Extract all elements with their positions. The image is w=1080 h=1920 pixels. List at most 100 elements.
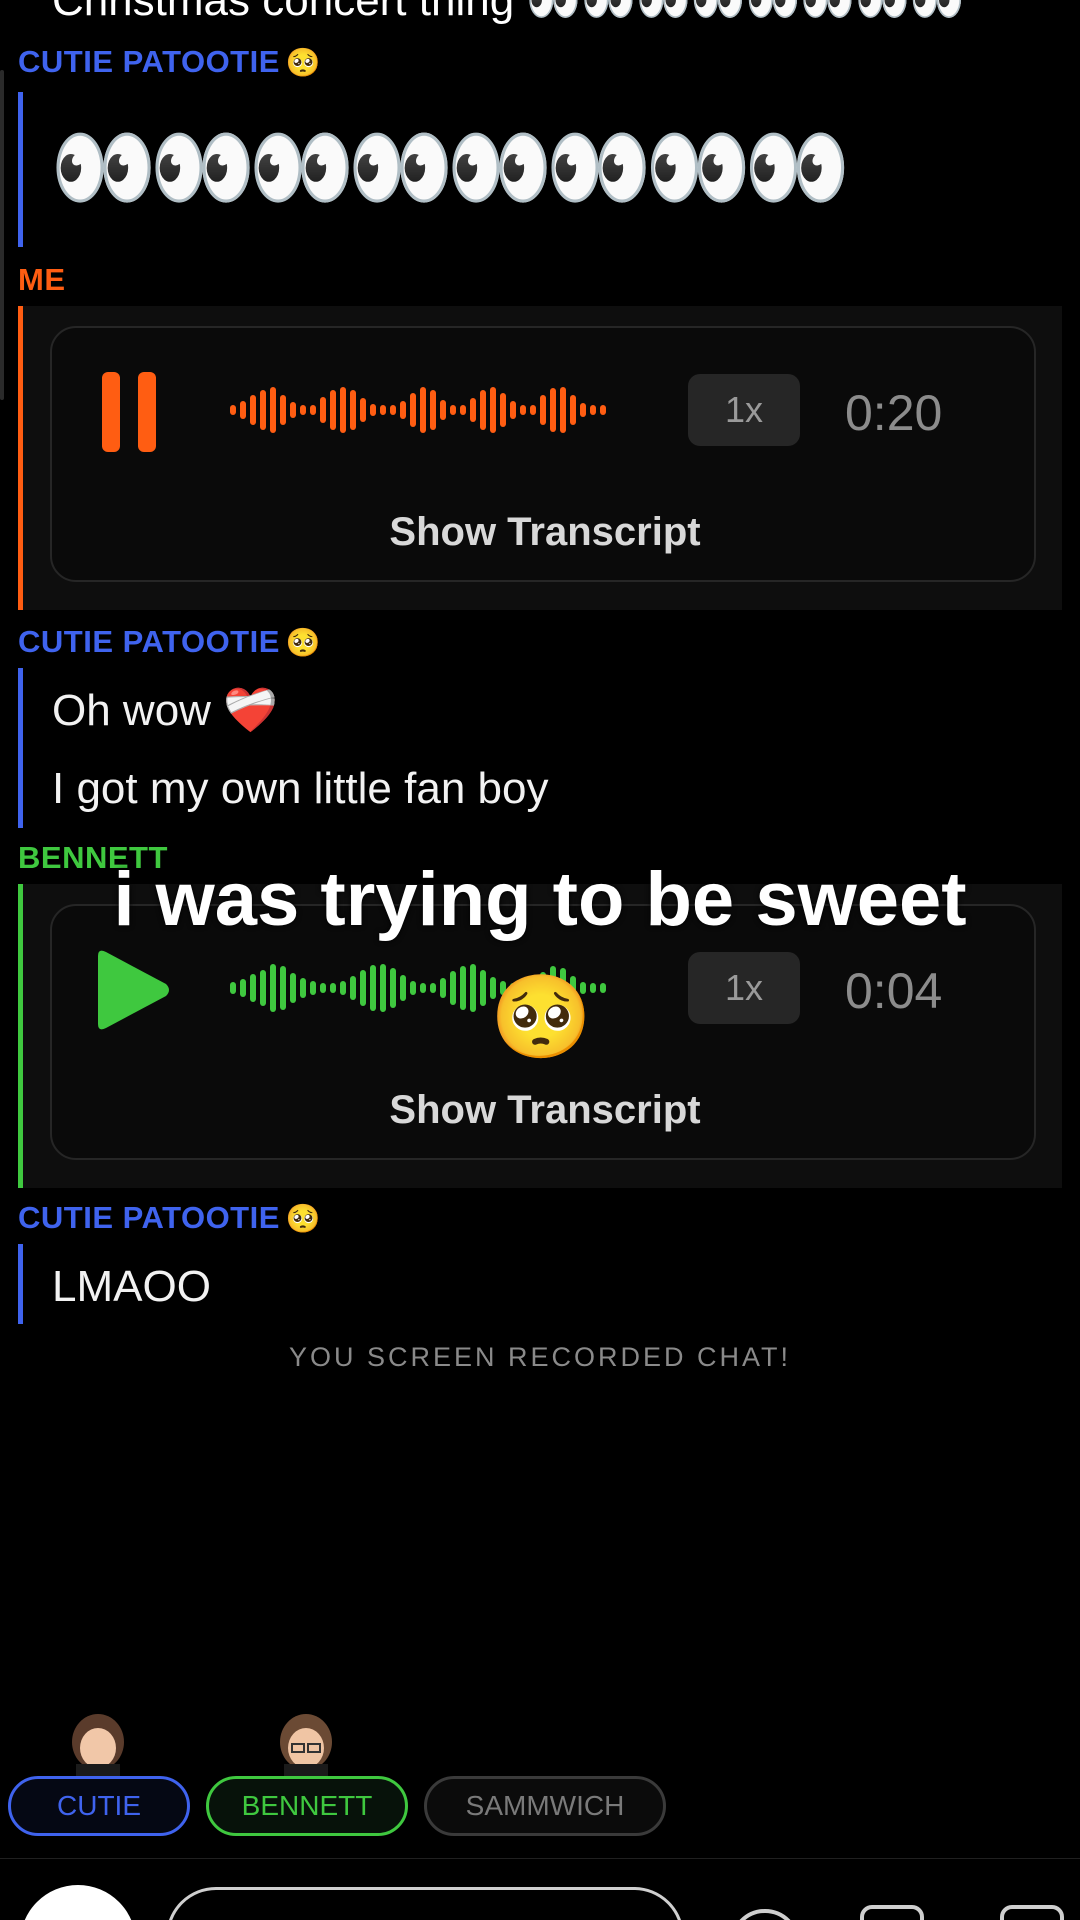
waveform-bar [230, 405, 236, 415]
pleading-face-emoji: 🥺 [285, 47, 322, 78]
waveform-bar [420, 387, 426, 433]
play-icon[interactable] [92, 948, 172, 1032]
waveform-bar [560, 387, 566, 433]
waveform-bar [250, 974, 256, 1002]
playback-speed-button[interactable]: 1x [688, 374, 800, 446]
mending-heart-emoji: ❤️‍🩹 [223, 686, 278, 735]
scroll-indicator[interactable] [0, 70, 4, 400]
microphone-icon[interactable] [730, 1909, 800, 1920]
waveform-bar [390, 968, 396, 1008]
screen-record-notice: YOU SCREEN RECORDED CHAT! [288, 1342, 792, 1372]
bitmoji-avatar-cutie [56, 1712, 140, 1776]
sticker-icon[interactable] [860, 1905, 924, 1920]
waveform-bar [430, 983, 436, 993]
waveform-bar [240, 979, 246, 997]
waveform-bar [330, 983, 336, 993]
message-side-bar [18, 1244, 23, 1324]
waveform-bar [300, 405, 306, 415]
waveform-bar [290, 402, 296, 418]
waveform-bar [230, 982, 236, 994]
waveform-bar [270, 387, 276, 433]
waveform-bar [380, 964, 386, 1012]
waveform-bar [510, 401, 516, 419]
pleading-face-emoji: 🥺 [285, 627, 322, 658]
more-icon[interactable] [1000, 1905, 1064, 1920]
waveform-bar [400, 975, 406, 1001]
message-side-bar [18, 668, 23, 828]
waveform-bar [360, 398, 366, 422]
waveform-bar [440, 400, 446, 420]
participant-chip-sammwich[interactable]: SAMMWICH [424, 1776, 666, 1836]
waveform-bar [290, 973, 296, 1003]
waveform-bar [530, 405, 536, 415]
waveform-bar [540, 395, 546, 425]
show-transcript-button[interactable]: Show Transcript [330, 1088, 760, 1133]
waveform-bar [480, 970, 486, 1006]
pleading-face-sticker: 🥺 [490, 972, 593, 1063]
voice-duration: 0:20 [845, 385, 943, 441]
waveform-bar [250, 395, 256, 425]
waveform-bar [470, 398, 476, 422]
bitmoji-avatar-bennett [264, 1712, 348, 1776]
waveform-bar [260, 970, 266, 1006]
waveform-bar [300, 978, 306, 998]
voice-duration: 0:04 [845, 963, 943, 1019]
waveform-bar [340, 387, 346, 433]
waveform-bar [350, 390, 356, 430]
waveform-bar [580, 403, 586, 417]
waveform-bar [280, 395, 286, 425]
participant-chip-cutie[interactable]: CUTIE [8, 1776, 190, 1836]
waveform-bar [330, 390, 336, 430]
waveform-bar [450, 405, 456, 415]
waveform-bar [350, 976, 356, 1000]
waveform-bar [270, 964, 276, 1012]
waveform-bar [470, 964, 476, 1012]
pause-icon[interactable] [102, 372, 158, 452]
waveform-bar [390, 405, 396, 415]
waveform-bar [460, 966, 466, 1010]
waveform-bar [360, 970, 366, 1006]
waveform-bar [370, 404, 376, 416]
waveform-bar [520, 405, 526, 415]
waveform-bar [490, 387, 496, 433]
chat-input-field[interactable] [166, 1887, 684, 1920]
message-text[interactable]: I got my own little fan boy [52, 764, 548, 814]
waveform-bar [410, 981, 416, 995]
participant-chip-bennett[interactable]: BENNETT [206, 1776, 408, 1836]
overlay-caption: i was trying to be sweet [113, 857, 967, 942]
pleading-face-emoji: 🥺 [285, 1203, 322, 1234]
waveform-bar [430, 390, 436, 430]
waveform-bar [600, 405, 606, 415]
sender-label-cutie: CUTIE PATOOTIE 🥺 [18, 624, 322, 659]
message-text[interactable]: LMAOO [52, 1262, 211, 1312]
waveform-bar [280, 966, 286, 1010]
waveform-bar [500, 393, 506, 427]
show-transcript-button[interactable]: Show Transcript [330, 510, 760, 555]
message-side-bar [18, 306, 23, 610]
waveform-bar [570, 395, 576, 425]
playback-speed-button[interactable]: 1x [688, 952, 800, 1024]
waveform-bar [380, 405, 386, 415]
waveform-bar [480, 390, 486, 430]
waveform-bar [310, 981, 316, 995]
sender-label-cutie: CUTIE PATOOTIE 🥺 [18, 1200, 322, 1235]
waveform-bar [460, 405, 466, 415]
waveform-bar [240, 401, 246, 419]
waveform-bar [320, 397, 326, 423]
waveform-bar [340, 981, 346, 995]
waveform-bar [400, 401, 406, 419]
eyes-emoji-message[interactable]: 👀👀👀👀👀👀👀👀 [50, 125, 851, 211]
waveform-bar [600, 983, 606, 993]
previous-message-partial: Christmas concert thing 👀👀👀👀👀👀👀👀 [52, 0, 965, 25]
waveform-bar [260, 390, 266, 430]
waveform-bar [590, 405, 596, 415]
message-side-bar [18, 92, 23, 247]
message-text[interactable]: Oh wow ❤️‍🩹 [52, 684, 278, 736]
waveform-bar [320, 983, 326, 993]
audio-waveform[interactable] [230, 380, 620, 440]
waveform-bar [410, 393, 416, 427]
waveform-bar [550, 388, 556, 432]
chat-input-bar [0, 1858, 1080, 1920]
waveform-bar [310, 405, 316, 415]
camera-button[interactable] [20, 1885, 136, 1920]
